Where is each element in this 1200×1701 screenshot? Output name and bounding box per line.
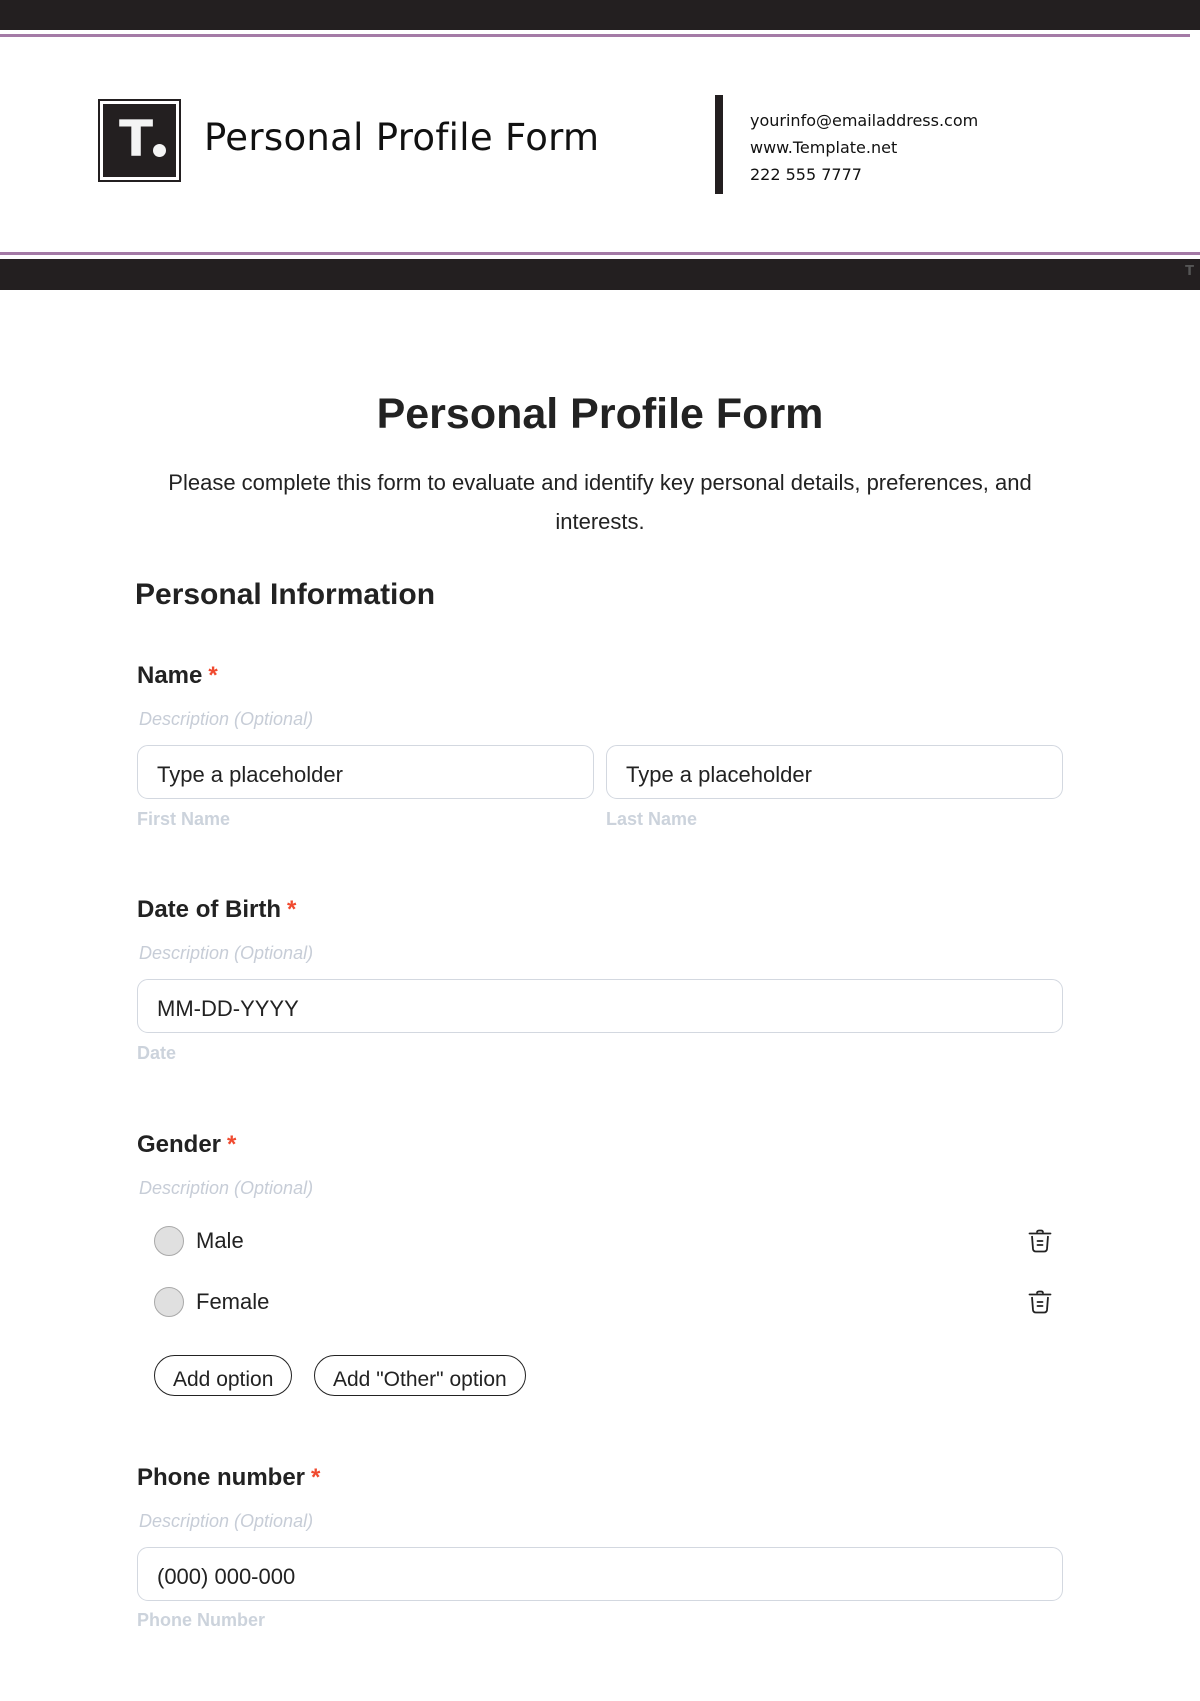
header-top-bar	[0, 0, 1200, 30]
required-marker: *	[208, 662, 218, 689]
dob-label-text: Date of Birth	[137, 896, 281, 923]
header-bottom-accent-line	[0, 252, 1200, 255]
name-label-text: Name	[137, 662, 203, 689]
dob-label: Date of Birth *	[137, 896, 296, 924]
gender-option-female: Female	[154, 1285, 1054, 1319]
add-option-button[interactable]: Add option	[154, 1355, 293, 1396]
dob-sublabel: Date	[137, 1043, 177, 1063]
header-divider	[715, 95, 723, 194]
gender-label-text: Gender	[137, 1131, 222, 1158]
gender-label: Gender *	[137, 1131, 236, 1159]
phone-input[interactable]: (000) 000-000	[137, 1547, 1063, 1601]
phone-label: Phone number *	[137, 1464, 320, 1492]
logo-dot	[153, 144, 166, 157]
form-title: Personal Profile Form	[376, 390, 824, 438]
required-marker: *	[227, 1131, 237, 1158]
required-marker: *	[311, 1464, 321, 1491]
radio-button[interactable]	[154, 1287, 184, 1317]
gender-option-male: Male	[154, 1224, 1054, 1258]
contact-block: yourinfo@emailaddress.com www.Template.n…	[750, 107, 978, 188]
header-accent-line	[0, 34, 1190, 37]
trash-icon[interactable]	[1026, 1288, 1054, 1316]
first-name-sublabel: First Name	[137, 809, 231, 829]
phone-sublabel: Phone Number	[137, 1610, 266, 1630]
last-name-input[interactable]: Type a placeholder	[606, 745, 1063, 799]
header-bottom-bar	[0, 259, 1200, 290]
option-label[interactable]: Female	[196, 1289, 269, 1315]
trash-icon[interactable]	[1026, 1227, 1054, 1255]
phone-label-text: Phone number	[137, 1464, 306, 1491]
contact-email: yourinfo@emailaddress.com	[750, 111, 979, 130]
phone-description[interactable]: Description (Optional)	[139, 1511, 313, 1532]
name-label: Name *	[137, 662, 218, 690]
required-marker: *	[287, 896, 297, 923]
last-name-sublabel: Last Name	[606, 809, 698, 829]
name-description[interactable]: Description (Optional)	[139, 709, 313, 730]
dob-description[interactable]: Description (Optional)	[139, 943, 313, 964]
logo-letter: T	[119, 110, 154, 168]
contact-phone: 222 555 7777	[750, 165, 862, 184]
section-title: Personal Information	[135, 578, 436, 611]
header-title: Personal Profile Form	[204, 116, 600, 159]
form-description: Please complete this form to evaluate an…	[168, 470, 1032, 534]
option-label[interactable]: Male	[196, 1228, 244, 1254]
corner-watermark: T	[1185, 264, 1194, 279]
first-name-input[interactable]: Type a placeholder	[137, 745, 594, 799]
add-other-option-button[interactable]: Add "Other" option	[314, 1355, 526, 1396]
contact-website: www.Template.net	[750, 138, 898, 157]
logo: T	[98, 99, 181, 182]
logo-mark-icon: T	[103, 104, 176, 177]
dob-input[interactable]: MM-DD-YYYY	[137, 979, 1063, 1033]
gender-description[interactable]: Description (Optional)	[139, 1178, 313, 1199]
radio-button[interactable]	[154, 1226, 184, 1256]
